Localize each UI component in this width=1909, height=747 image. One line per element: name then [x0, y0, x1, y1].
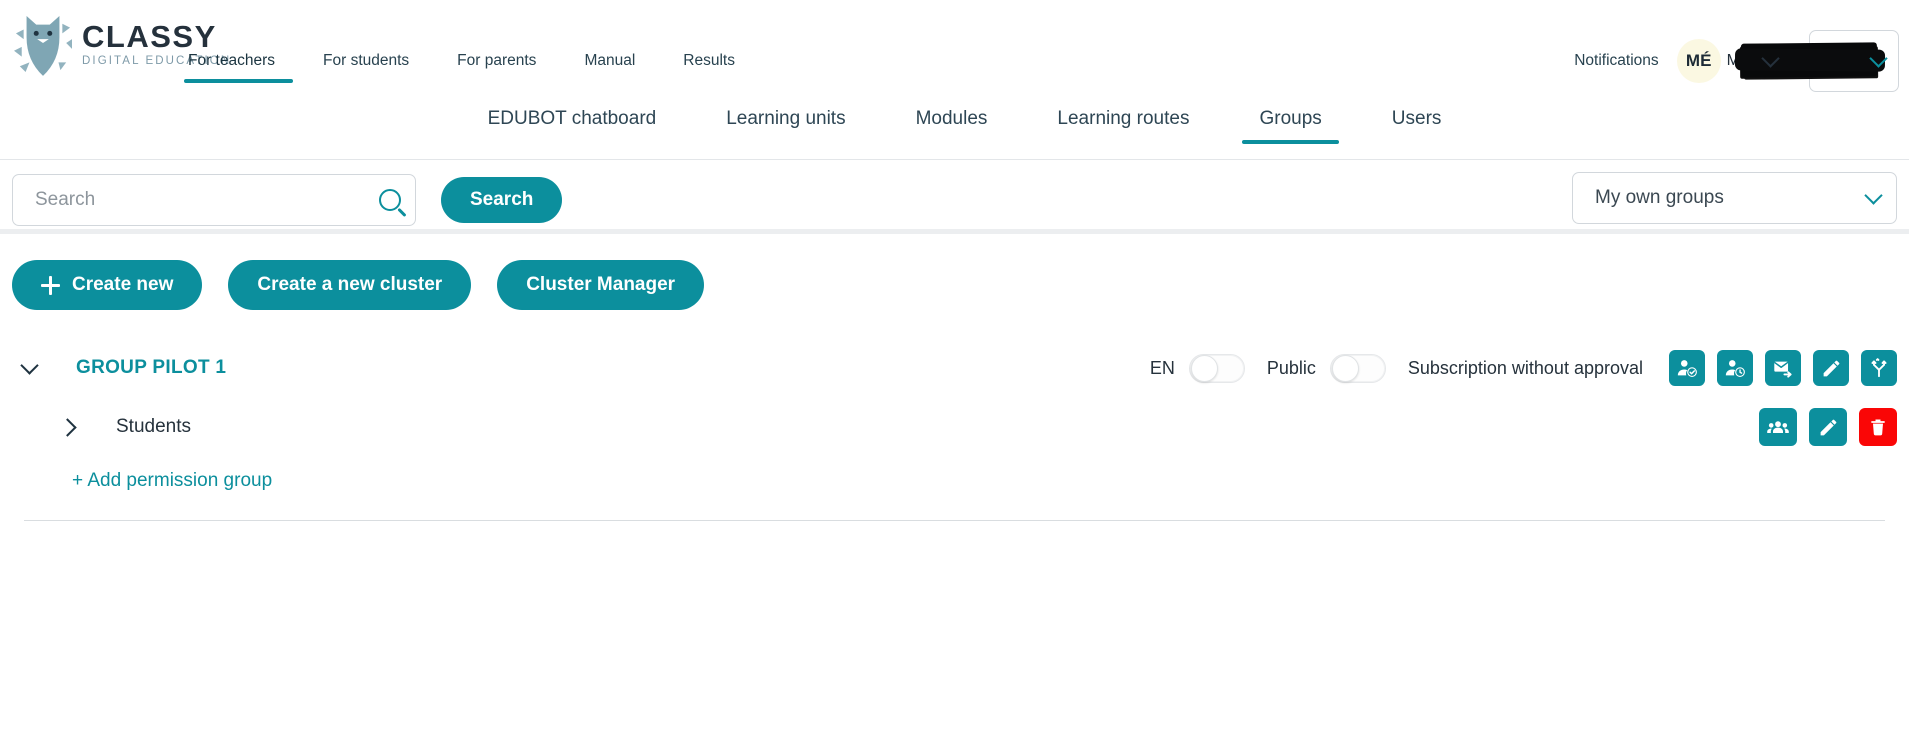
members-icon[interactable] [1759, 408, 1797, 446]
brand-name: CLASSY [82, 18, 217, 54]
group-controls: EN Public Subscription without approval [1150, 344, 1897, 392]
search-input[interactable] [33, 188, 379, 212]
search-row: Search My own groups [0, 160, 1909, 234]
child-group-row: Students [12, 400, 1897, 454]
tab-label: Users [1391, 108, 1442, 129]
groups-filter-select[interactable]: My own groups [1572, 172, 1897, 224]
edit-group-icon[interactable] [1813, 350, 1849, 386]
tab-label: Groups [1259, 108, 1322, 129]
approve-member-icon[interactable] [1669, 350, 1705, 386]
group-title[interactable]: GROUP PILOT 1 [76, 357, 226, 379]
language-toggle[interactable] [1188, 353, 1245, 383]
chevron-down-icon [1864, 186, 1883, 207]
avatar[interactable]: MÉ [1676, 39, 1721, 83]
tab-learning-units[interactable]: Learning units [691, 108, 880, 144]
primary-nav-label: For students [323, 52, 410, 69]
tab-users[interactable]: Users [1357, 108, 1477, 144]
primary-nav-for-teachers[interactable]: For teachers [178, 52, 299, 83]
child-group-label[interactable]: Students [116, 416, 191, 438]
add-permission-group-link[interactable]: + Add permission group [72, 470, 272, 492]
secondary-nav: EDUBOT chatboard Learning units Modules … [0, 108, 1909, 160]
notifications-link[interactable]: Notifications [1574, 52, 1658, 70]
subscription-label: Subscription without approval [1407, 357, 1643, 378]
create-new-cluster-label: Create a new cluster [257, 274, 443, 295]
tab-label: Learning routes [1057, 108, 1190, 129]
top-header: CLASSY DIGITAL EDUCATION For teachers Fo… [0, 0, 1909, 108]
tab-groups[interactable]: Groups [1224, 108, 1356, 144]
primary-nav-for-students[interactable]: For students [299, 52, 433, 83]
primary-nav-label: Manual [584, 52, 636, 69]
primary-nav: For teachers For students For parents Ma… [178, 52, 759, 83]
send-invite-email-icon[interactable] [1765, 350, 1801, 386]
primary-nav-manual[interactable]: Manual [560, 52, 659, 83]
tab-label: Learning units [726, 108, 846, 129]
tab-label: Modules [915, 108, 988, 129]
edit-icon[interactable] [1809, 408, 1847, 446]
group-row: GROUP PILOT 1 EN Public Subscription wit… [12, 344, 1897, 392]
chevron-down-icon[interactable] [12, 356, 46, 375]
user-menu[interactable]: M [1727, 39, 1877, 83]
cluster-manager-button[interactable]: Cluster Manager [497, 260, 705, 310]
action-buttons: Create new Create a new cluster Cluster … [0, 234, 1909, 310]
search-button[interactable]: Search [441, 177, 563, 223]
tab-label: EDUBOT chatboard [487, 108, 657, 129]
create-new-cluster-button[interactable]: Create a new cluster [228, 260, 472, 310]
groups-page: CLASSY DIGITAL EDUCATION For teachers Fo… [0, 0, 1909, 747]
groups-filter-value: My own groups [1595, 187, 1724, 208]
primary-nav-label: Results [683, 52, 735, 69]
create-new-button[interactable]: Create new [12, 260, 203, 310]
header-right-cluster: Notifications MÉ M EN [1574, 30, 1899, 92]
delete-icon[interactable] [1859, 408, 1897, 446]
group-list: GROUP PILOT 1 EN Public Subscription wit… [0, 344, 1909, 521]
group-branch-icon[interactable] [1861, 350, 1897, 386]
primary-nav-label: For teachers [188, 52, 276, 69]
tab-edubot-chatboard[interactable]: EDUBOT chatboard [453, 108, 692, 144]
fox-head-logo-icon [14, 8, 72, 80]
magnifier-icon[interactable] [379, 189, 401, 211]
plus-icon [41, 275, 60, 295]
chevron-right-icon[interactable] [52, 417, 86, 437]
pending-member-icon[interactable] [1717, 350, 1753, 386]
public-label: Public [1266, 357, 1316, 378]
tab-learning-routes[interactable]: Learning routes [1022, 108, 1224, 144]
cluster-manager-label: Cluster Manager [526, 274, 676, 295]
public-toggle[interactable] [1329, 353, 1386, 383]
tab-modules[interactable]: Modules [881, 108, 1023, 144]
child-group-controls [1747, 400, 1897, 454]
primary-nav-for-parents[interactable]: For parents [433, 52, 560, 83]
create-new-label: Create new [72, 274, 174, 295]
primary-nav-label: For parents [457, 52, 537, 69]
primary-nav-results[interactable]: Results [659, 52, 759, 83]
group-language-label: EN [1149, 357, 1175, 378]
search-box[interactable] [12, 174, 416, 226]
section-divider [24, 520, 1885, 521]
username-redaction [1740, 42, 1877, 78]
